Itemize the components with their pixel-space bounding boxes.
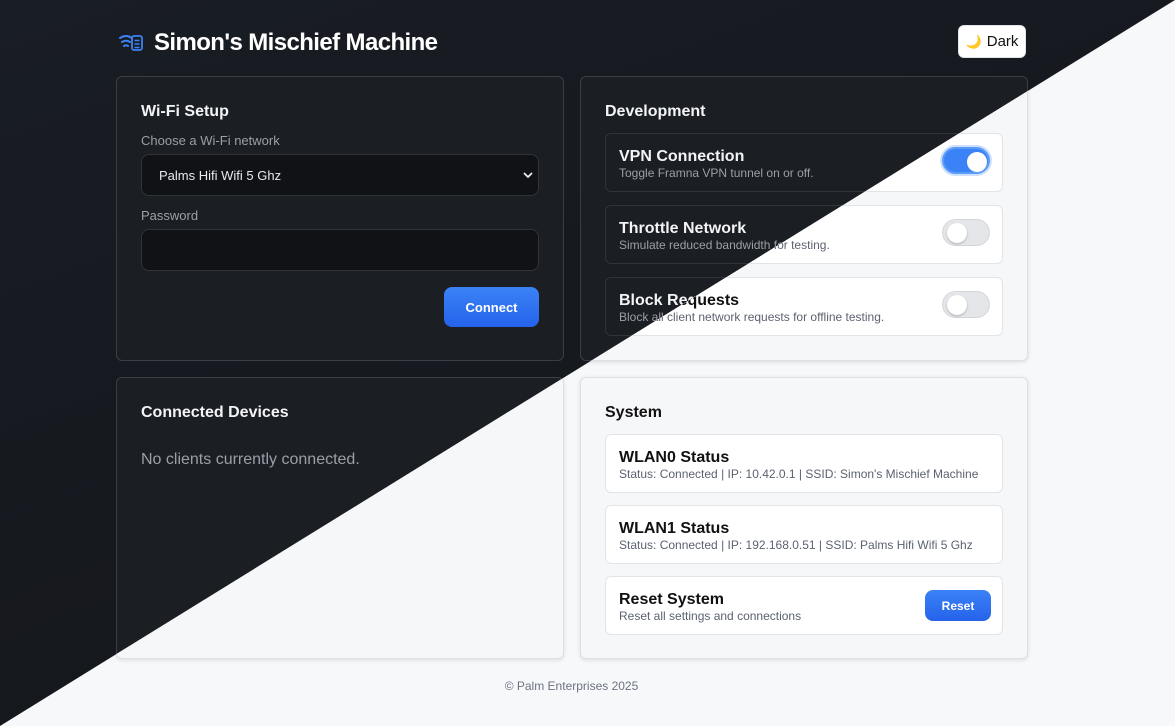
- vpn-connection-toggle[interactable]: [942, 147, 990, 174]
- theme-toggle-button[interactable]: 🌙 Dark: [958, 25, 1026, 58]
- toggle-knob: [947, 295, 967, 315]
- wlan1-status-text: Status: Connected | IP: 192.168.0.51 | S…: [619, 538, 973, 552]
- toggle-knob: [967, 152, 987, 172]
- wifi-setup-title: Wi-Fi Setup: [141, 103, 229, 120]
- password-label: Password: [141, 208, 199, 223]
- theme-toggle-label: Dark: [986, 33, 1019, 50]
- connect-button[interactable]: Connect: [444, 287, 539, 327]
- reset-system-description: Reset all settings and connections: [619, 609, 802, 623]
- footer-copyright: © Palm Enterprises 2025: [504, 679, 639, 693]
- throttle-network-toggle[interactable]: [942, 219, 990, 246]
- throttle-network-title: Throttle Network: [619, 220, 747, 237]
- toggle-knob: [947, 223, 967, 243]
- vpn-connection-title: VPN Connection: [619, 148, 745, 165]
- network-select-value: Palms Hifi Wifi 5 Ghz: [159, 168, 282, 183]
- vpn-connection-description: Toggle Framna VPN tunnel on or off.: [619, 166, 814, 180]
- wlan0-status-title: WLAN0 Status: [619, 449, 730, 466]
- wifi-server-icon: [119, 35, 143, 51]
- wlan0-status-text: Status: Connected | IP: 10.42.0.1 | SSID…: [619, 467, 979, 481]
- network-label: Choose a Wi-Fi network: [141, 133, 280, 148]
- network-select[interactable]: Palms Hifi Wifi 5 Ghz: [141, 154, 539, 196]
- chevron-down-icon: [523, 172, 533, 178]
- password-input[interactable]: [141, 229, 539, 271]
- block-requests-toggle[interactable]: [942, 291, 990, 318]
- reset-system-row: Reset System Reset all settings and conn…: [605, 576, 1003, 635]
- wlan1-status-row: WLAN1 Status Status: Connected | IP: 192…: [605, 505, 1003, 564]
- reset-button[interactable]: Reset: [925, 590, 991, 621]
- wlan1-status-title: WLAN1 Status: [619, 520, 730, 537]
- wifi-setup-card: Wi-Fi Setup Choose a Wi-Fi network Palms…: [116, 76, 564, 361]
- reset-system-title: Reset System: [619, 591, 724, 608]
- connected-devices-title: Connected Devices: [141, 404, 289, 421]
- moon-icon: 🌙: [965, 33, 982, 49]
- wlan0-status-row: WLAN0 Status Status: Connected | IP: 10.…: [605, 434, 1003, 493]
- system-title: System: [605, 404, 662, 421]
- development-title: Development: [605, 103, 706, 120]
- no-clients-message: No clients currently connected.: [141, 451, 360, 468]
- app-title: Simon's Mischief Machine: [154, 29, 438, 56]
- system-card: System WLAN0 Status Status: Connected | …: [580, 377, 1028, 659]
